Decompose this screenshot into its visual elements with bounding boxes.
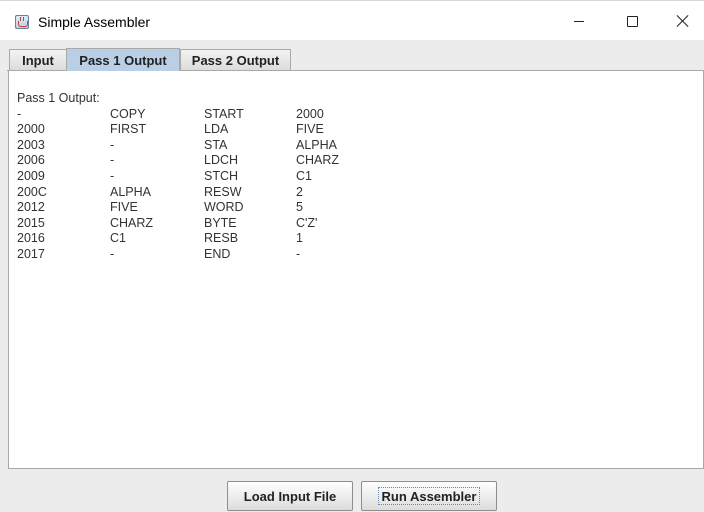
output-cell-location: 2017 <box>17 246 45 261</box>
output-cell-label: FIRST <box>110 122 147 137</box>
output-heading: Pass 1 Output: <box>17 91 100 105</box>
output-cell-operand: 2000 <box>296 106 324 121</box>
output-row: 2000 FIRST LDA FIVE <box>17 122 376 138</box>
output-cell-opcode: WORD <box>204 200 244 215</box>
output-cell-opcode: END <box>204 246 231 261</box>
output-cell-operand: CHARZ <box>296 153 340 168</box>
load-input-file-button[interactable]: Load Input File <box>227 481 353 511</box>
tab-pass-2-output[interactable]: Pass 2 Output <box>180 49 291 70</box>
output-row: 2009 - STCH C1 <box>17 169 376 185</box>
window-title: Simple Assembler <box>38 14 151 30</box>
output-text-area[interactable]: Pass 1 Output: - COPY START 2000 2000 FIRST LD… <box>8 71 704 469</box>
output-row: 2003 - STA ALPHA <box>17 138 376 154</box>
output-cell-label: ALPHA <box>110 184 151 199</box>
maximize-icon <box>626 15 638 27</box>
output-cell-opcode: START <box>204 106 244 121</box>
output-cell-opcode: LDA <box>204 122 229 137</box>
output-cell-location: - <box>17 106 22 121</box>
minimize-icon <box>574 20 584 22</box>
output-cell-opcode: LDCH <box>204 153 239 168</box>
output-cell-label: - <box>110 246 115 261</box>
output-cell-operand: 5 <box>296 200 303 215</box>
output-rows: - COPY START 2000 2000 FIRST LDA FIVE 2003 - STA AL… <box>17 107 376 263</box>
output-row: 200C ALPHA RESW 2 <box>17 185 376 201</box>
output-cell-operand: 1 <box>296 231 303 246</box>
output-cell-label: FIVE <box>110 200 138 215</box>
close-button[interactable] <box>660 1 704 41</box>
output-cell-location: 2000 <box>17 122 45 137</box>
output-cell-opcode: RESB <box>204 231 239 246</box>
tab-input[interactable]: Input <box>9 49 67 70</box>
output-cell-label: COPY <box>110 106 146 121</box>
output-cell-label: - <box>110 168 115 183</box>
output-row: 2006 - LDCH CHARZ <box>17 153 376 169</box>
close-icon <box>677 15 689 27</box>
output-row: 2016 C1 RESB 1 <box>17 231 376 247</box>
output-cell-operand: 2 <box>296 184 303 199</box>
output-row: 2017 - END - <box>17 247 376 263</box>
output-cell-opcode: RESW <box>204 184 242 199</box>
output-cell-operand: ALPHA <box>296 137 337 152</box>
output-listing: Pass 1 Output: - COPY START 2000 2000 FIRST LD… <box>17 91 376 263</box>
tab-pass-1-output[interactable]: Pass 1 Output <box>66 48 180 71</box>
output-cell-label: - <box>110 137 115 152</box>
output-cell-location: 2003 <box>17 137 45 152</box>
run-assembler-button[interactable]: Run Assembler <box>361 481 497 511</box>
output-cell-location: 2016 <box>17 231 45 246</box>
output-cell-location: 2015 <box>17 215 45 230</box>
output-cell-operand: C1 <box>296 168 312 183</box>
output-cell-operand: C'Z' <box>296 215 318 230</box>
output-cell-opcode: STA <box>204 137 228 152</box>
output-cell-opcode: STCH <box>204 168 239 183</box>
maximize-button[interactable] <box>609 1 655 41</box>
output-cell-location: 200C <box>17 184 47 199</box>
title-bar[interactable]: Simple Assembler <box>0 0 704 41</box>
output-cell-label: CHARZ <box>110 215 154 230</box>
java-cup-icon <box>15 15 29 29</box>
output-cell-operand: FIVE <box>296 122 324 137</box>
output-row: 2015 CHARZ BYTE C'Z' <box>17 216 376 232</box>
output-cell-operand: - <box>296 246 301 261</box>
output-cell-label: C1 <box>110 231 126 246</box>
output-cell-location: 2009 <box>17 168 45 183</box>
minimize-button[interactable] <box>556 1 602 41</box>
output-row: - COPY START 2000 <box>17 107 376 123</box>
load-input-file-label: Load Input File <box>243 488 337 504</box>
output-cell-location: 2012 <box>17 200 45 215</box>
output-cell-label: - <box>110 153 115 168</box>
output-cell-location: 2006 <box>17 153 45 168</box>
output-cell-opcode: BYTE <box>204 215 237 230</box>
focus-ring <box>378 487 480 505</box>
app-window: Simple Assembler Input Pass 1 Output Pas… <box>0 0 704 512</box>
output-row: 2012 FIVE WORD 5 <box>17 200 376 216</box>
